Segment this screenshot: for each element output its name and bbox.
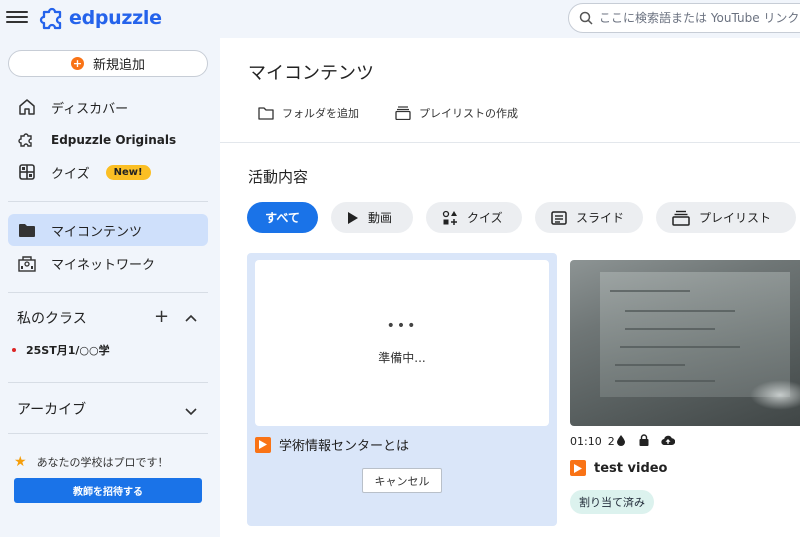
thumbnail-glare: [750, 380, 800, 410]
slides-icon: [551, 210, 567, 225]
video-thumbnail[interactable]: [570, 260, 800, 426]
playlist-icon: [395, 106, 411, 120]
filter-slides-label: スライド: [576, 211, 625, 225]
search-box[interactable]: [568, 3, 800, 33]
preparing-text: 準備中...: [378, 351, 426, 365]
search-icon: [579, 11, 593, 25]
puzzle-logo-icon: [39, 7, 62, 30]
video-type-icon: [255, 436, 271, 453]
sidebar-item-discover[interactable]: ディスカバー: [8, 91, 208, 123]
create-playlist-label: プレイリストの作成: [419, 107, 518, 120]
sidebar: + 新規追加 ディスカバー Edpuzzle Originals クイズ New…: [0, 38, 220, 537]
edpuzzle-logo[interactable]: edpuzzle: [39, 5, 162, 31]
activity-title: 活動内容: [248, 168, 309, 186]
card-title: 学術情報センターとは: [279, 439, 410, 454]
divider: [8, 433, 208, 434]
chevron-up-icon[interactable]: [184, 308, 198, 327]
plus-circle-icon: +: [70, 57, 84, 70]
sidebar-item-originals[interactable]: Edpuzzle Originals: [8, 124, 208, 156]
filter-slides[interactable]: スライド: [535, 202, 643, 233]
video-type-icon: [570, 460, 586, 476]
add-folder-label: フォルダを追加: [282, 107, 359, 120]
chevron-down-icon[interactable]: [184, 401, 198, 420]
cloud-upload-icon: [661, 435, 675, 449]
filter-all[interactable]: すべて: [247, 202, 318, 233]
add-class-icon[interactable]: +: [154, 306, 169, 327]
divider: [8, 292, 208, 293]
add-new-label: 新規追加: [92, 58, 145, 73]
content-card[interactable]: ••• 準備中... 学術情報センターとは キャンセル: [247, 253, 557, 526]
home-icon: [17, 97, 37, 117]
filter-quiz-label: クイズ: [467, 211, 503, 225]
divider: [8, 201, 208, 202]
card-title-row: 学術情報センターとは: [255, 435, 409, 454]
quiz-shapes-icon: [442, 210, 458, 226]
loading-dots: •••: [386, 318, 418, 334]
sidebar-item-label: クイズ: [51, 166, 90, 182]
promo-text: あなたの学校はプロです！: [36, 456, 169, 469]
folder-outline-icon: [258, 106, 274, 120]
assigned-badge: 割り当て済み: [570, 490, 654, 514]
card-title-row[interactable]: test video: [570, 460, 668, 476]
thumbnail-line: [625, 310, 735, 312]
thumbnail-line: [620, 346, 740, 348]
class-item[interactable]: 25ST月1/○○学: [12, 342, 110, 358]
filter-playlist[interactable]: プレイリスト: [656, 202, 796, 233]
playlist-icon: [672, 210, 690, 226]
sidebar-item-label: Edpuzzle Originals: [51, 133, 177, 147]
filter-video[interactable]: 動画: [331, 202, 413, 233]
lock-icon: [639, 434, 649, 449]
sidebar-item-my-content[interactable]: マイコンテンツ: [8, 214, 208, 246]
filter-video-label: 動画: [368, 211, 393, 225]
top-bar: edpuzzle: [0, 0, 800, 38]
search-input[interactable]: [599, 11, 799, 25]
cancel-button[interactable]: キャンセル: [362, 468, 442, 493]
add-new-button[interactable]: + 新規追加: [8, 50, 208, 77]
school-icon: [17, 253, 37, 273]
question-count: 2: [607, 435, 615, 448]
drop-icon: [616, 434, 625, 449]
star-icon: ★: [14, 454, 27, 470]
content-card[interactable]: 01:10 2 test video 割り当て済み: [570, 260, 800, 537]
video-meta: 01:10 2: [570, 434, 681, 449]
thumbnail-line: [615, 380, 715, 382]
divider: [220, 142, 800, 143]
puzzle-icon: [17, 130, 37, 150]
folder-icon: [17, 220, 37, 240]
play-icon: [347, 211, 359, 225]
class-dot: [12, 348, 16, 352]
card-title: test video: [594, 460, 668, 476]
invite-teachers-button[interactable]: 教師を招待する: [14, 478, 202, 503]
sidebar-item-quiz[interactable]: クイズ New!: [8, 156, 208, 188]
grid-icon: [17, 162, 37, 182]
video-duration: 01:10: [570, 435, 602, 448]
main-content: マイコンテンツ フォルダを追加 プレイリストの作成 活動内容 すべて 動画 クイ…: [220, 38, 800, 537]
sidebar-item-label: マイコンテンツ: [51, 224, 143, 240]
new-badge: New!: [105, 164, 151, 180]
archive-title[interactable]: アーカイブ: [17, 399, 86, 419]
logo-text: edpuzzle: [69, 7, 162, 29]
preview-placeholder: ••• 準備中...: [255, 260, 549, 426]
sidebar-item-my-network[interactable]: マイネットワーク: [8, 247, 208, 279]
thumbnail-line: [625, 328, 715, 330]
add-folder-button[interactable]: フォルダを追加: [258, 105, 359, 121]
page-title: マイコンテンツ: [248, 63, 374, 84]
filter-quiz[interactable]: クイズ: [426, 202, 522, 233]
my-classes-title: 私のクラス: [17, 311, 87, 327]
create-playlist-button[interactable]: プレイリストの作成: [395, 105, 518, 121]
class-item-label: 25ST月1/○○学: [26, 344, 110, 357]
thumbnail-line: [615, 364, 685, 366]
menu-icon[interactable]: [6, 8, 28, 28]
thumbnail-line: [610, 290, 690, 292]
pro-school-message: ★ あなたの学校はプロです！: [14, 454, 169, 470]
sidebar-item-label: マイネットワーク: [51, 257, 156, 273]
divider: [8, 382, 208, 383]
sidebar-item-label: ディスカバー: [51, 101, 129, 117]
filter-playlist-label: プレイリスト: [699, 211, 772, 225]
